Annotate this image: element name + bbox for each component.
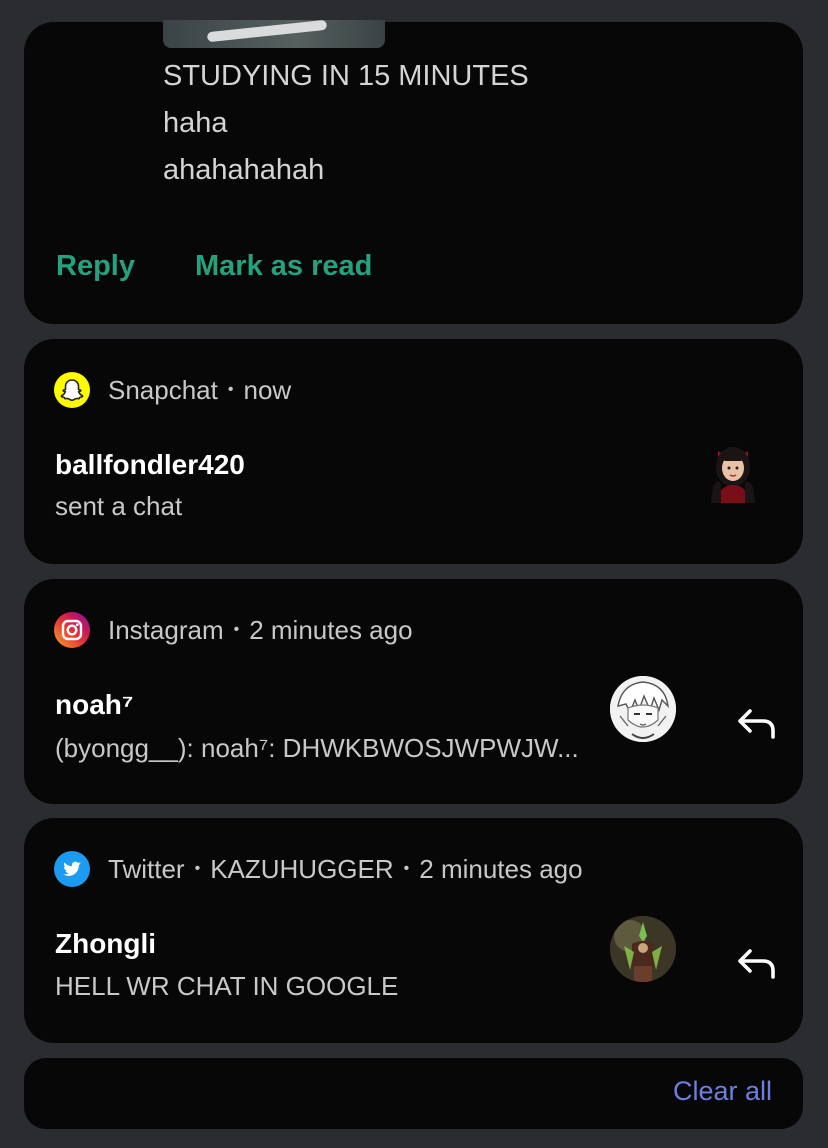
separator-dot: •: [233, 621, 240, 638]
app-name: Snapchat: [108, 374, 218, 405]
reply-button[interactable]: Reply: [56, 250, 135, 283]
reply-arrow-icon[interactable]: [735, 701, 781, 747]
notification-footer: Clear all: [24, 1058, 803, 1129]
image-detail: [206, 20, 328, 43]
message-line: haha: [163, 107, 228, 139]
app-name: Twitter: [108, 853, 185, 884]
notification-header: Snapchat • now: [54, 371, 291, 409]
account-name: KAZUHUGGER: [210, 853, 394, 884]
separator-dot: •: [194, 860, 201, 877]
message-line: ahahahahah: [163, 154, 325, 186]
sender-name: noah⁷: [55, 689, 134, 720]
notification-body: HELL WR CHAT IN GOOGLE: [55, 971, 399, 1001]
separator-dot: •: [403, 860, 410, 877]
anime-avatar: [610, 676, 676, 742]
snapchat-icon: [54, 372, 90, 408]
instagram-notification[interactable]: Instagram • 2 minutes ago noah⁷ (byongg_…: [24, 579, 803, 804]
sender-name: ballfondler420: [55, 449, 245, 480]
notification-shade: STUDYING IN 15 MINUTES haha ahahahahah R…: [0, 0, 828, 1148]
instagram-icon: [54, 612, 90, 648]
mark-as-read-button[interactable]: Mark as read: [195, 250, 372, 283]
timestamp: 2 minutes ago: [419, 853, 583, 884]
twitter-notification[interactable]: Twitter • KAZUHUGGER • 2 minutes ago Zho…: [24, 818, 803, 1043]
app-name: Instagram: [108, 614, 224, 645]
notification-body: sent a chat: [55, 491, 183, 521]
snapchat-notification[interactable]: Snapchat • now ballfondler420 sent a cha…: [24, 339, 803, 564]
notification-body: (byongg__): noah⁷: DHWKBWOSJWPWJW...: [55, 733, 579, 763]
game-character-avatar: [610, 916, 676, 982]
reply-arrow-icon[interactable]: [735, 941, 781, 987]
attached-image-thumbnail[interactable]: [163, 20, 385, 48]
message-line: STUDYING IN 15 MINUTES: [163, 60, 529, 92]
timestamp: 2 minutes ago: [249, 614, 413, 645]
notification-header: Twitter • KAZUHUGGER • 2 minutes ago: [54, 850, 583, 888]
bitmoji-avatar: [700, 437, 766, 503]
notification-header: Instagram • 2 minutes ago: [54, 611, 413, 649]
timestamp: now: [243, 374, 292, 405]
clear-all-button[interactable]: Clear all: [673, 1076, 772, 1107]
sender-name: Zhongli: [55, 928, 157, 959]
separator-dot: •: [227, 381, 234, 398]
twitter-icon: [54, 851, 90, 887]
message-notification[interactable]: STUDYING IN 15 MINUTES haha ahahahahah R…: [24, 20, 803, 324]
